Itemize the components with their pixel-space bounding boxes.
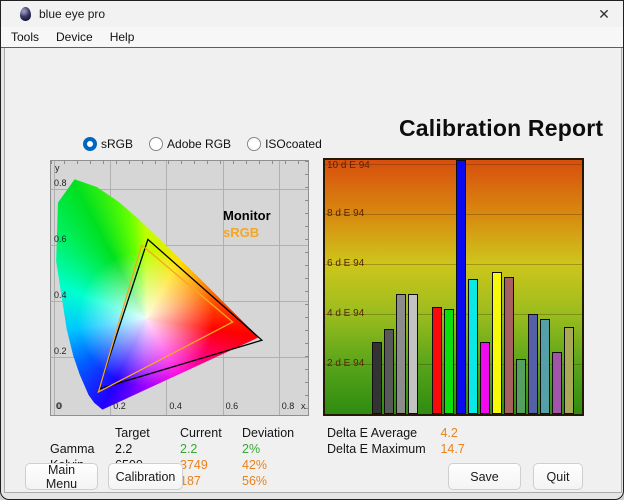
- cie-xtick-label: 0.2: [113, 401, 126, 411]
- radio-option-srgb[interactable]: sRGB: [83, 137, 133, 151]
- cie-xaxis-label: x: [301, 401, 306, 411]
- delta-e-bar-yellow: [492, 272, 502, 415]
- metric-target: 2.2: [115, 441, 180, 457]
- delta-e-axis-label: 6 d E 94: [327, 258, 364, 269]
- metric-current: 187: [180, 473, 242, 489]
- metric-current: 2.2: [180, 441, 242, 457]
- delta-e-maximum-label: Delta E Maximum: [327, 441, 437, 457]
- cie-xtick-label: 0.6: [226, 401, 239, 411]
- delta-e-bar-magenta: [480, 342, 490, 415]
- delta-e-bar-olive: [564, 327, 574, 415]
- metric-deviation: 56%: [242, 473, 267, 489]
- delta-e-summary: Delta E Average 4.2 Delta E Maximum 14.7: [327, 425, 465, 457]
- metrics-header-deviation: Deviation: [242, 425, 294, 441]
- delta-e-maximum-row: Delta E Maximum 14.7: [327, 441, 465, 457]
- delta-e-bar-cyan: [468, 279, 478, 414]
- cie-ytick-label: 0.2: [54, 346, 67, 356]
- legend-entry-srgb: sRGB: [223, 224, 271, 241]
- delta-e-bar-blue: [456, 160, 466, 414]
- save-button[interactable]: Save: [448, 463, 521, 490]
- delta-e-bar-gray-mid-dark: [384, 329, 394, 414]
- delta-e-bar-gray-mid-light: [396, 294, 406, 414]
- radio-unselected-icon[interactable]: [247, 137, 261, 151]
- delta-e-chart: 2 d E 94 4 d E 94 6 d E 94 8 d E 94 10 d E 9…: [323, 158, 584, 416]
- radio-label: ISOcoated: [265, 137, 322, 151]
- delta-e-bar-teal: [540, 319, 550, 414]
- app-window: blue eye pro ✕ Tools Device Help sRGB Adobe…: [0, 0, 624, 500]
- delta-e-axis-label: 4 d E 94: [327, 308, 364, 319]
- delta-e-bar-brown: [504, 277, 514, 415]
- radio-selected-icon[interactable]: [83, 137, 97, 151]
- delta-e-axis-label: 10 d E 94: [327, 160, 370, 171]
- delta-e-maximum-value: 14.7: [440, 442, 464, 456]
- client-area: sRGB Adobe RGB ISOcoated Calibration Repor…: [4, 48, 622, 493]
- metrics-header-current: Current: [180, 425, 242, 441]
- delta-e-bar-sea-green: [516, 359, 526, 414]
- radio-unselected-icon[interactable]: [149, 137, 163, 151]
- delta-e-bar-gray-dark: [372, 342, 382, 415]
- delta-e-axis-label: 8 d E 94: [327, 208, 364, 219]
- page-title: Calibration Report: [399, 115, 603, 142]
- metric-current: 3749: [180, 457, 242, 473]
- delta-e-bar-green: [444, 309, 454, 414]
- radio-option-adobe-rgb[interactable]: Adobe RGB: [149, 137, 231, 151]
- delta-e-average-value: 4.2: [440, 426, 457, 440]
- cie-ytick-label: 0.6: [54, 234, 67, 244]
- delta-e-axis-label: 2 d E 94: [327, 358, 364, 369]
- cie-ytick-label: 0.8: [54, 178, 67, 188]
- title-bar: blue eye pro ✕: [1, 1, 623, 27]
- gamut-triangle-srgb: [98, 245, 232, 392]
- main-menu-button[interactable]: Main Menu: [25, 463, 98, 490]
- metric-label: Gamma: [50, 441, 115, 457]
- quit-button[interactable]: Quit: [533, 463, 583, 490]
- metrics-row-gamma: Gamma2.22.22%: [50, 441, 294, 457]
- metric-deviation: 42%: [242, 457, 267, 473]
- gamut-legend: MonitorsRGB: [223, 207, 271, 241]
- cie-yaxis-label: y: [55, 163, 60, 173]
- gamut-triangle-monitor: [99, 239, 262, 389]
- delta-e-bar-gray-light: [408, 294, 418, 414]
- metric-deviation: 2%: [242, 441, 260, 457]
- menu-item-help[interactable]: Help: [108, 29, 137, 45]
- radio-option-isocoated[interactable]: ISOcoated: [247, 137, 322, 151]
- delta-e-bar-red: [432, 307, 442, 415]
- menu-item-tools[interactable]: Tools: [9, 29, 41, 45]
- metrics-header-row: TargetCurrentDeviation: [50, 425, 294, 441]
- radio-label: sRGB: [101, 137, 133, 151]
- gamut-triangles: [51, 161, 309, 416]
- delta-e-bar-slate-blue: [528, 314, 538, 414]
- profile-radio-group: sRGB Adobe RGB ISOcoated: [83, 137, 322, 151]
- radio-label: Adobe RGB: [167, 137, 231, 151]
- cie-ytick-label: 0.4: [54, 290, 67, 300]
- close-icon[interactable]: ✕: [593, 4, 615, 24]
- window-title: blue eye pro: [39, 7, 105, 21]
- metrics-header-target: Target: [115, 425, 180, 441]
- delta-e-average-row: Delta E Average 4.2: [327, 425, 465, 441]
- cie-origin-label: 0: [56, 401, 61, 411]
- menu-bar: Tools Device Help: [1, 27, 623, 48]
- chromaticity-diagram: 00.20.40.60.8x0.20.40.60.8y0 MonitorsRGB: [50, 160, 309, 416]
- delta-e-average-label: Delta E Average: [327, 425, 437, 441]
- legend-entry-monitor: Monitor: [223, 207, 271, 224]
- menu-item-device[interactable]: Device: [54, 29, 95, 45]
- delta-e-bar-purple: [552, 352, 562, 415]
- cie-xtick-label: 0.8: [282, 401, 295, 411]
- calibration-button[interactable]: Calibration: [108, 463, 183, 490]
- cie-xtick-label: 0.4: [169, 401, 182, 411]
- app-eye-icon: [20, 7, 31, 21]
